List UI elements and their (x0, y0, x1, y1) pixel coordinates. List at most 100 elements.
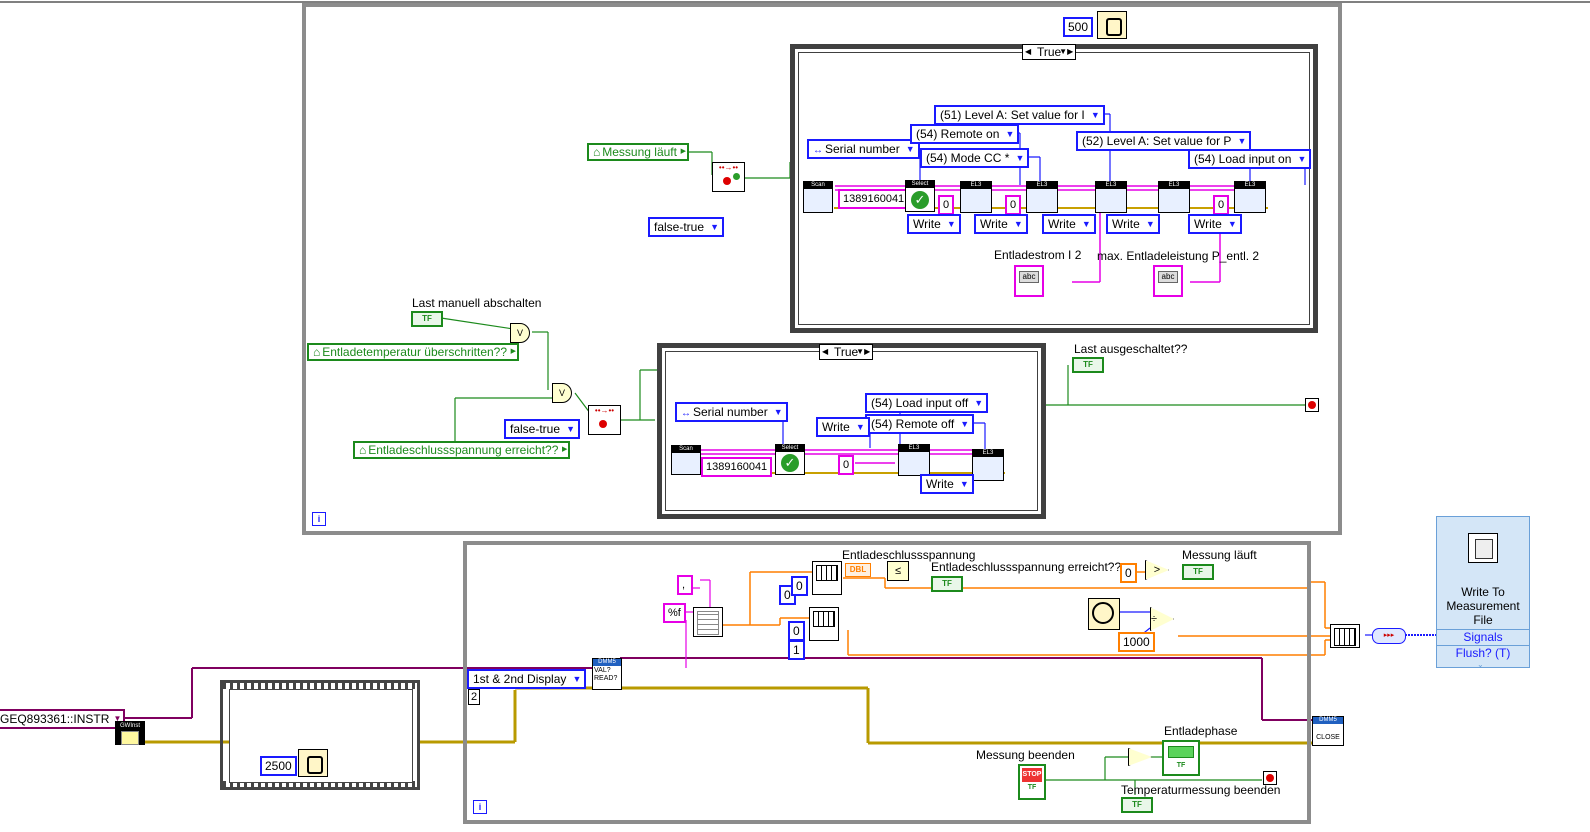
abc-icon: abc (1019, 271, 1039, 283)
cmd-load-input-off[interactable]: (54) Load input off (865, 393, 989, 413)
top-el3-vi-5[interactable]: EL3 (1234, 181, 1266, 213)
bottom-serial-value[interactable]: 1389160041 (701, 457, 773, 477)
top-select-vi[interactable]: Select ✓ (905, 180, 935, 212)
sequence-wait-constant[interactable]: 2500 (260, 756, 297, 776)
messung-laeuft-local-var[interactable]: Messung läuft (587, 143, 689, 161)
bottom-select-vi-label: Select (776, 445, 804, 452)
top-zero-2[interactable]: 0 (1005, 195, 1022, 215)
less-equal-comparator: ≤ (887, 561, 909, 581)
top-write-ring-3[interactable]: Write (1042, 214, 1096, 234)
bottom-scan-vi[interactable]: Scan (671, 445, 701, 475)
gwinst-icon (121, 731, 139, 745)
comma-constant[interactable]: , (677, 575, 693, 595)
build-array-vi[interactable] (1330, 624, 1360, 648)
messung-laeuft-label: Messung läuft (1182, 548, 1257, 562)
index-one[interactable]: 1 (788, 640, 805, 660)
visa-resource-constant[interactable]: GEQ893361::INSTR ▼ (0, 709, 126, 729)
cmd-load-input-on[interactable]: (54) Load input on (1188, 149, 1312, 169)
cmd-mode-cc[interactable]: (54) Mode CC * (920, 148, 1030, 168)
led-icon (599, 420, 607, 428)
top-el3-vi-2[interactable]: EL3 (1026, 181, 1058, 213)
top-write-ring-4[interactable]: Write (1106, 214, 1160, 234)
or-gate-1: V (510, 323, 530, 343)
bottom-write-ring-1[interactable]: Write (816, 417, 870, 437)
signals-input[interactable]: Signals (1437, 629, 1529, 645)
stop-label: STOP (1022, 768, 1042, 782)
index-zero-3[interactable]: 0 (788, 621, 805, 641)
write-file-icon (1468, 533, 1498, 563)
top-el3-vi-4[interactable]: EL3 (1158, 181, 1190, 213)
dmm-close-label: CLOSE (1316, 734, 1340, 741)
top-zero-1[interactable]: 0 (938, 195, 955, 215)
selector-left-arrow-icon[interactable]: ◀ (822, 345, 828, 359)
gwinst-init-vi[interactable]: GWInst (115, 721, 145, 745)
entladetemp-local-var[interactable]: Entladetemperatur überschritten?? (307, 343, 520, 361)
top-wait-constant[interactable]: 500 (1063, 17, 1094, 37)
top-case-selector[interactable]: ◀ True ▼▶ (1022, 44, 1077, 60)
bottom-el3-vi-1[interactable]: EL3 (898, 444, 930, 476)
flush-input[interactable]: Flush? (T) (1437, 645, 1529, 661)
last-manuell-control[interactable]: TF (411, 311, 443, 327)
false-true-ring-1[interactable]: false-true (648, 217, 725, 237)
cmd-level-a-set-p[interactable]: (52) Level A: Set value for P (1076, 131, 1252, 151)
entladephase-label: Entladephase (1164, 724, 1238, 738)
bottom-write-ring-2[interactable]: Write (920, 474, 974, 494)
zero-orange-constant[interactable]: 0 (1120, 563, 1137, 583)
bool-to-event-vi-1[interactable]: ••→•• (712, 162, 745, 192)
dmm-close-vi[interactable]: DMM5 CLOSE (1312, 716, 1344, 746)
index-zero-2[interactable]: 0 (791, 576, 808, 596)
cmd-remote-off[interactable]: (54) Remote off (865, 414, 975, 434)
bottom-serial-number-ring[interactable]: Serial number (675, 402, 788, 422)
selector-right-arrow-icon[interactable]: ▼▶ (1059, 45, 1073, 59)
dmm-read-vi[interactable]: DMM5 VAL? READ? (592, 658, 622, 690)
thousand-constant[interactable]: 1000 (1118, 632, 1155, 652)
led-icon (723, 177, 731, 185)
entladephase-tf: TF (1176, 762, 1186, 769)
top-el3-vi-1[interactable]: EL3 (960, 181, 992, 213)
false-true-ring-2[interactable]: false-true (504, 419, 581, 439)
index-array-vi-1[interactable] (812, 561, 842, 595)
scan-from-string-vi[interactable] (693, 607, 723, 637)
selector-left-arrow-icon[interactable]: ◀ (1025, 45, 1031, 59)
bottom-case-selector[interactable]: ◀ True ▼▶ (819, 344, 874, 360)
top-el3-vi-3[interactable]: EL3 (1095, 181, 1127, 213)
entladestrom-control[interactable]: abc (1014, 265, 1044, 297)
entladeschluss-local-var[interactable]: Entladeschlussspannung erreicht?? (353, 441, 571, 459)
bottom-select-vi[interactable]: Select ✓ (775, 444, 805, 475)
pen-icon (1475, 539, 1493, 559)
top-scan-vi[interactable]: Scan (803, 181, 833, 213)
top-scan-vi-label: Scan (804, 182, 832, 189)
display-const[interactable]: 2 (468, 689, 480, 705)
entladestrom-label: Entladestrom I 2 (994, 248, 1082, 262)
top-write-ring-2[interactable]: Write (974, 214, 1028, 234)
format-constant[interactable]: %f (663, 603, 686, 623)
bottom-el3-vi-2[interactable]: EL3 (972, 449, 1004, 481)
expand-chevron-icon[interactable]: ⌄ (1477, 660, 1484, 669)
tick-count-icon (1088, 598, 1120, 630)
index-array-icon (816, 565, 838, 581)
top-zero-3[interactable]: 0 (1213, 195, 1230, 215)
dmm-close-header: DMM5 (1313, 717, 1343, 724)
index-array-vi-2[interactable] (809, 607, 839, 641)
top-serial-number-ring[interactable]: Serial number (807, 139, 920, 159)
index-array-icon (813, 611, 835, 627)
entladeleistung-control[interactable]: abc (1153, 265, 1183, 297)
check-icon: ✓ (911, 191, 929, 209)
write-to-measurement-file-express-vi[interactable]: Write To Measurement File Signals Flush?… (1436, 516, 1530, 669)
bottom-zero[interactable]: 0 (838, 455, 855, 475)
express-vi-title: Write To Measurement File (1437, 585, 1529, 627)
bottom-loop-iteration-terminal: i (473, 800, 487, 814)
cmd-remote-on[interactable]: (54) Remote on (910, 124, 1020, 144)
led-icon-green (733, 173, 740, 180)
top-write-ring-1[interactable]: Write (907, 214, 961, 234)
dbl-control[interactable]: DBL (845, 563, 871, 577)
entladeschluss-erreicht-indicator: TF (931, 576, 963, 592)
top-write-ring-5[interactable]: Write (1188, 214, 1242, 234)
top-serial-value[interactable]: 1389160041 (838, 189, 910, 209)
bool-to-event-vi-2[interactable]: ••→•• (588, 405, 621, 435)
stop-button-control[interactable]: STOP TF (1018, 764, 1046, 800)
sequence-wait-icon (298, 749, 328, 777)
cmd-level-a-set-i[interactable]: (51) Level A: Set value for I (934, 105, 1105, 125)
display-ring[interactable]: 1st & 2nd Display (467, 669, 587, 689)
selector-right-arrow-icon[interactable]: ▼▶ (856, 345, 870, 359)
